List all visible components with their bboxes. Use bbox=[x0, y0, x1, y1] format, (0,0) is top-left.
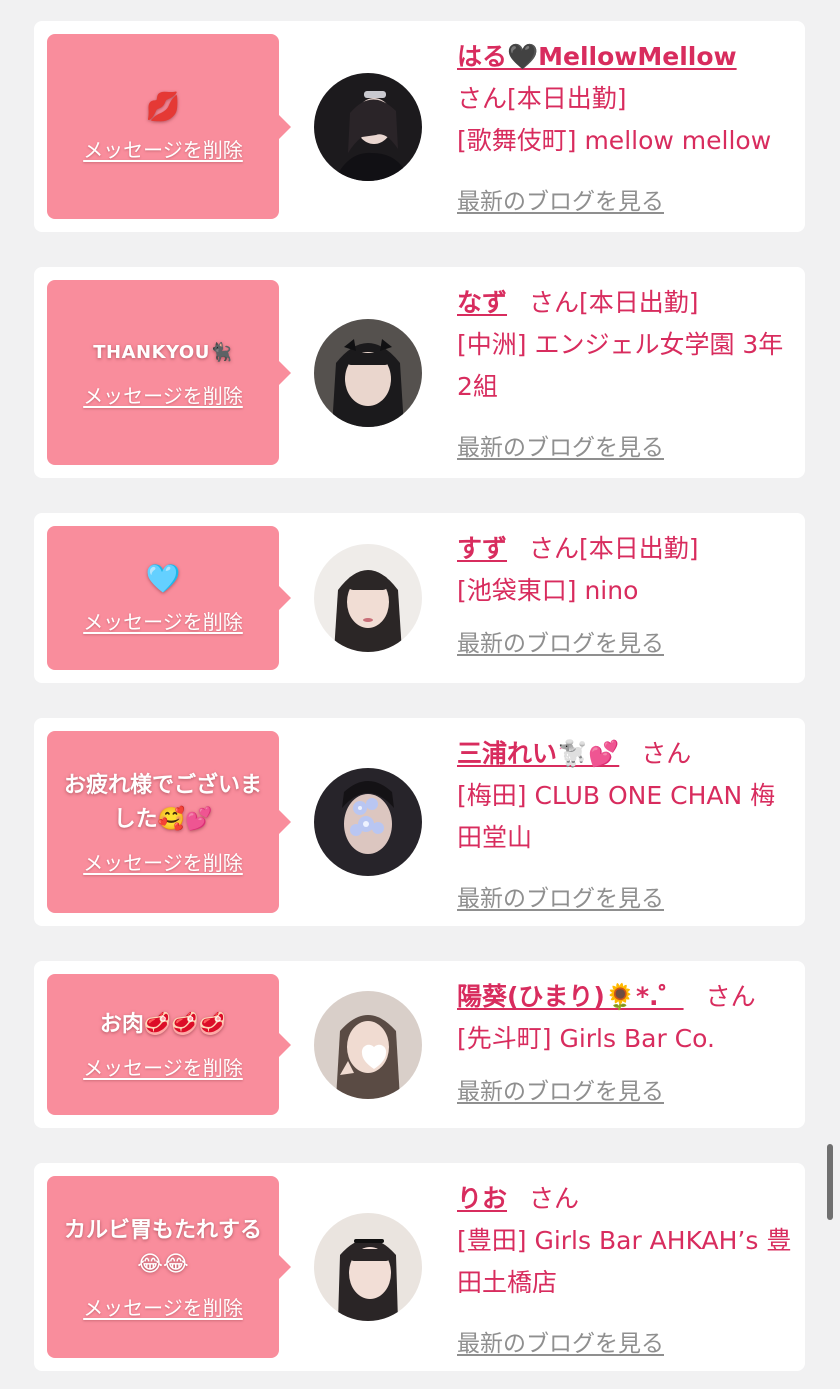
message-card: お疲れ様でございました🥰💕 メッセージを削除 三浦れい🐩💕 さん [梅田] CL… bbox=[34, 718, 805, 926]
message-text: 💋 bbox=[145, 90, 181, 123]
profile-photo-icon bbox=[314, 544, 422, 652]
message-bubble: カルビ胃もたれする😂😂 メッセージを削除 bbox=[47, 1176, 291, 1358]
name-line: なず さん[本日出勤] bbox=[457, 282, 797, 324]
latest-blog-link[interactable]: 最新のブログを見る bbox=[457, 428, 664, 462]
message-bubble: 🩵 メッセージを削除 bbox=[47, 526, 291, 670]
latest-blog-link[interactable]: 最新のブログを見る bbox=[457, 1072, 664, 1106]
honorific: さん bbox=[641, 739, 692, 768]
message-list: 💋 メッセージを削除 はる🖤MellowMellow さん[本日出勤] [歌舞伎… bbox=[34, 21, 805, 1371]
avatar[interactable] bbox=[314, 991, 422, 1099]
message-card: 💋 メッセージを削除 はる🖤MellowMellow さん[本日出勤] [歌舞伎… bbox=[34, 21, 805, 232]
avatar[interactable] bbox=[314, 768, 422, 876]
delete-message-link[interactable]: メッセージを削除 bbox=[83, 134, 243, 163]
name-line: 陽葵(ひまり)🌻*.゜ さん bbox=[457, 976, 797, 1018]
name-line: 三浦れい🐩💕 さん bbox=[457, 733, 797, 775]
message-bubble: THANKYOU🐈‍⬛ メッセージを削除 bbox=[47, 280, 291, 465]
message-bubble: お疲れ様でございました🥰💕 メッセージを削除 bbox=[47, 731, 291, 913]
scrollbar[interactable] bbox=[827, 1144, 833, 1220]
message-text: THANKYOU🐈‍⬛ bbox=[93, 342, 233, 363]
honorific: さん bbox=[529, 534, 580, 563]
message-card: お肉🥩🥩🥩 メッセージを削除 陽葵(ひまり)🌻*.゜ さん [先斗町] Girls… bbox=[34, 961, 805, 1128]
honorific: さん bbox=[705, 982, 756, 1011]
latest-blog-link[interactable]: 最新のブログを見る bbox=[457, 182, 664, 216]
profile-photo-icon bbox=[314, 991, 422, 1099]
message-bubble: お肉🥩🥩🥩 メッセージを削除 bbox=[47, 974, 291, 1115]
delete-message-link[interactable]: メッセージを削除 bbox=[83, 606, 243, 635]
name-line: すず さん[本日出勤] bbox=[457, 528, 797, 570]
latest-blog-link[interactable]: 最新のブログを見る bbox=[457, 624, 664, 658]
message-bubble: 💋 メッセージを削除 bbox=[47, 34, 291, 219]
shop-name: [池袋東口] nino bbox=[457, 576, 639, 605]
profile-photo-icon bbox=[314, 319, 422, 427]
cast-info: はる🖤MellowMellow さん[本日出勤] [歌舞伎町] mellow m… bbox=[457, 36, 797, 216]
cast-info: 陽葵(ひまり)🌻*.゜ さん [先斗町] Girls Bar Co. 最新のブログ… bbox=[457, 976, 797, 1106]
delete-message-link[interactable]: メッセージを削除 bbox=[83, 380, 243, 409]
profile-photo-icon bbox=[314, 1213, 422, 1321]
status-badge: [本日出勤] bbox=[579, 288, 699, 317]
latest-blog-link[interactable]: 最新のブログを見る bbox=[457, 1324, 664, 1358]
honorific: さん bbox=[529, 288, 580, 317]
cast-info: すず さん[本日出勤] [池袋東口] nino 最新のブログを見る bbox=[457, 528, 797, 658]
name-line: はる🖤MellowMellow さん[本日出勤] bbox=[457, 36, 797, 120]
honorific: さん bbox=[529, 1184, 580, 1213]
shop-name: [中洲] エンジェル女学園 3年2組 bbox=[457, 330, 784, 401]
message-text: お肉🥩🥩🥩 bbox=[99, 1012, 227, 1037]
cast-info: りお さん [豊田] Girls Bar AHKAH’s 豊田土橋店 最新のブログ… bbox=[457, 1178, 797, 1358]
cast-name-link[interactable]: はる🖤MellowMellow bbox=[457, 42, 737, 71]
message-card: カルビ胃もたれする😂😂 メッセージを削除 りお さん [豊田] Girls Bar… bbox=[34, 1163, 805, 1371]
delete-message-link[interactable]: メッセージを削除 bbox=[83, 1292, 243, 1321]
cast-name-link[interactable]: 陽葵(ひまり)🌻*.゜ bbox=[457, 982, 684, 1011]
cast-name-link[interactable]: すず bbox=[457, 534, 507, 563]
cast-info: 三浦れい🐩💕 さん [梅田] CLUB ONE CHAN 梅田堂山 最新のブログを… bbox=[457, 733, 797, 913]
message-text: 🩵 bbox=[145, 561, 181, 595]
honorific: さん bbox=[457, 84, 508, 113]
cast-info: なず さん[本日出勤] [中洲] エンジェル女学園 3年2組 最新のブログを見る bbox=[457, 282, 797, 462]
avatar[interactable] bbox=[314, 319, 422, 427]
shop-name: [梅田] CLUB ONE CHAN 梅田堂山 bbox=[457, 781, 776, 852]
latest-blog-link[interactable]: 最新のブログを見る bbox=[457, 879, 664, 913]
shop-name: [歌舞伎町] mellow mellow bbox=[457, 126, 772, 155]
message-card: 🩵 メッセージを削除 すず さん[本日出勤] [池袋東口] nino 最新のブログ… bbox=[34, 513, 805, 683]
cast-name-link[interactable]: 三浦れい🐩💕 bbox=[457, 739, 619, 768]
profile-photo-icon bbox=[314, 73, 422, 181]
shop-name: [豊田] Girls Bar AHKAH’s 豊田土橋店 bbox=[457, 1226, 792, 1297]
avatar[interactable] bbox=[314, 1213, 422, 1321]
shop-name: [先斗町] Girls Bar Co. bbox=[457, 1024, 715, 1053]
status-badge: [本日出勤] bbox=[507, 84, 627, 113]
profile-photo-icon bbox=[314, 768, 422, 876]
message-text: カルビ胃もたれする😂😂 bbox=[63, 1217, 262, 1277]
message-text: お疲れ様でございました🥰💕 bbox=[63, 772, 262, 832]
name-line: りお さん bbox=[457, 1178, 797, 1220]
avatar[interactable] bbox=[314, 544, 422, 652]
cast-name-link[interactable]: りお bbox=[457, 1184, 507, 1213]
delete-message-link[interactable]: メッセージを削除 bbox=[83, 1052, 243, 1081]
cast-name-link[interactable]: なず bbox=[457, 288, 507, 317]
status-badge: [本日出勤] bbox=[579, 534, 699, 563]
avatar[interactable] bbox=[314, 73, 422, 181]
message-card: THANKYOU🐈‍⬛ メッセージを削除 なず さん[本日出勤] [中洲] エンジ… bbox=[34, 267, 805, 478]
delete-message-link[interactable]: メッセージを削除 bbox=[83, 847, 243, 876]
